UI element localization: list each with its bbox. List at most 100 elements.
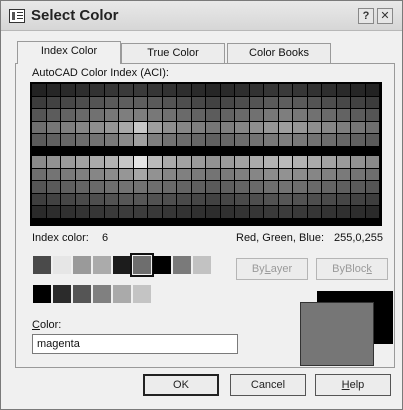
aci-color-cell[interactable] [249,206,264,219]
aci-color-cell[interactable] [191,181,206,194]
aci-color-cell[interactable] [32,134,47,147]
aci-color-cell[interactable] [104,181,119,194]
byblock-button[interactable]: ByBlock [316,258,388,280]
aci-color-cell[interactable] [264,168,279,181]
aci-color-palette[interactable] [30,82,382,226]
aci-color-cell[interactable] [32,181,47,194]
aci-color-cell[interactable] [322,96,337,109]
color-swatch[interactable] [193,256,211,274]
aci-color-cell[interactable] [220,121,235,134]
help-button[interactable]: Help [315,374,391,396]
aci-color-cell[interactable] [278,156,293,169]
aci-color-cell[interactable] [264,193,279,206]
aci-color-cell[interactable] [351,193,366,206]
aci-color-cell[interactable] [133,181,148,194]
aci-color-cell[interactable] [61,96,76,109]
aci-color-cell[interactable] [90,96,105,109]
aci-color-cell[interactable] [46,84,61,97]
aci-color-cell[interactable] [351,84,366,97]
aci-color-cell[interactable] [46,206,61,219]
aci-color-cell[interactable] [307,168,322,181]
aci-color-cell[interactable] [322,168,337,181]
aci-color-cell[interactable] [119,181,134,194]
aci-color-cell[interactable] [148,168,163,181]
aci-color-cell[interactable] [278,96,293,109]
aci-color-cell[interactable] [191,96,206,109]
aci-palette-lower[interactable] [32,156,380,219]
aci-color-cell[interactable] [206,134,221,147]
aci-color-cell[interactable] [264,206,279,219]
aci-color-cell[interactable] [249,156,264,169]
aci-color-cell[interactable] [336,84,351,97]
aci-color-cell[interactable] [61,156,76,169]
aci-color-cell[interactable] [293,84,308,97]
aci-color-cell[interactable] [365,168,380,181]
aci-color-cell[interactable] [293,134,308,147]
aci-color-cell[interactable] [307,206,322,219]
aci-color-cell[interactable] [162,134,177,147]
aci-color-cell[interactable] [191,84,206,97]
aci-color-cell[interactable] [307,121,322,134]
aci-color-cell[interactable] [293,109,308,122]
aci-color-cell[interactable] [61,206,76,219]
aci-color-cell[interactable] [220,181,235,194]
aci-color-cell[interactable] [61,134,76,147]
aci-color-cell[interactable] [148,96,163,109]
gray-colors-row[interactable] [32,283,152,305]
aci-color-cell[interactable] [206,84,221,97]
aci-color-cell[interactable] [351,134,366,147]
aci-color-cell[interactable] [90,109,105,122]
aci-color-cell[interactable] [293,156,308,169]
aci-color-cell[interactable] [133,109,148,122]
aci-color-cell[interactable] [264,109,279,122]
aci-color-cell[interactable] [61,109,76,122]
aci-color-cell[interactable] [293,121,308,134]
aci-color-cell[interactable] [90,206,105,219]
aci-color-cell[interactable] [249,181,264,194]
aci-color-cell[interactable] [32,193,47,206]
aci-color-cell[interactable] [307,84,322,97]
aci-color-cell[interactable] [75,96,90,109]
aci-color-cell[interactable] [307,134,322,147]
aci-color-cell[interactable] [293,206,308,219]
aci-color-cell[interactable] [278,206,293,219]
color-swatch[interactable] [113,285,131,303]
aci-color-cell[interactable] [264,181,279,194]
aci-color-cell[interactable] [206,193,221,206]
aci-color-cell[interactable] [351,109,366,122]
color-swatch[interactable] [93,285,111,303]
aci-color-cell[interactable] [133,193,148,206]
color-swatch[interactable] [153,256,171,274]
aci-color-cell[interactable] [90,168,105,181]
help-question-button[interactable]: ? [358,8,374,24]
aci-color-cell[interactable] [90,84,105,97]
aci-color-cell[interactable] [365,109,380,122]
aci-color-cell[interactable] [336,134,351,147]
aci-color-cell[interactable] [365,206,380,219]
aci-color-cell[interactable] [220,193,235,206]
aci-color-cell[interactable] [322,84,337,97]
aci-color-cell[interactable] [336,193,351,206]
aci-color-cell[interactable] [75,134,90,147]
aci-color-cell[interactable] [75,168,90,181]
color-swatch[interactable] [73,285,91,303]
aci-color-cell[interactable] [365,156,380,169]
aci-color-cell[interactable] [46,156,61,169]
aci-color-cell[interactable] [351,96,366,109]
aci-color-cell[interactable] [336,168,351,181]
aci-color-cell[interactable] [235,134,250,147]
aci-color-cell[interactable] [104,96,119,109]
aci-color-cell[interactable] [235,84,250,97]
aci-color-cell[interactable] [264,134,279,147]
aci-color-cell[interactable] [162,84,177,97]
aci-color-cell[interactable] [307,109,322,122]
tab-index-color[interactable]: Index Color [17,41,121,64]
aci-color-cell[interactable] [336,121,351,134]
aci-color-cell[interactable] [32,96,47,109]
aci-color-cell[interactable] [61,168,76,181]
aci-color-cell[interactable] [75,181,90,194]
aci-color-cell[interactable] [133,206,148,219]
aci-color-cell[interactable] [104,121,119,134]
aci-color-cell[interactable] [46,193,61,206]
aci-color-cell[interactable] [162,96,177,109]
